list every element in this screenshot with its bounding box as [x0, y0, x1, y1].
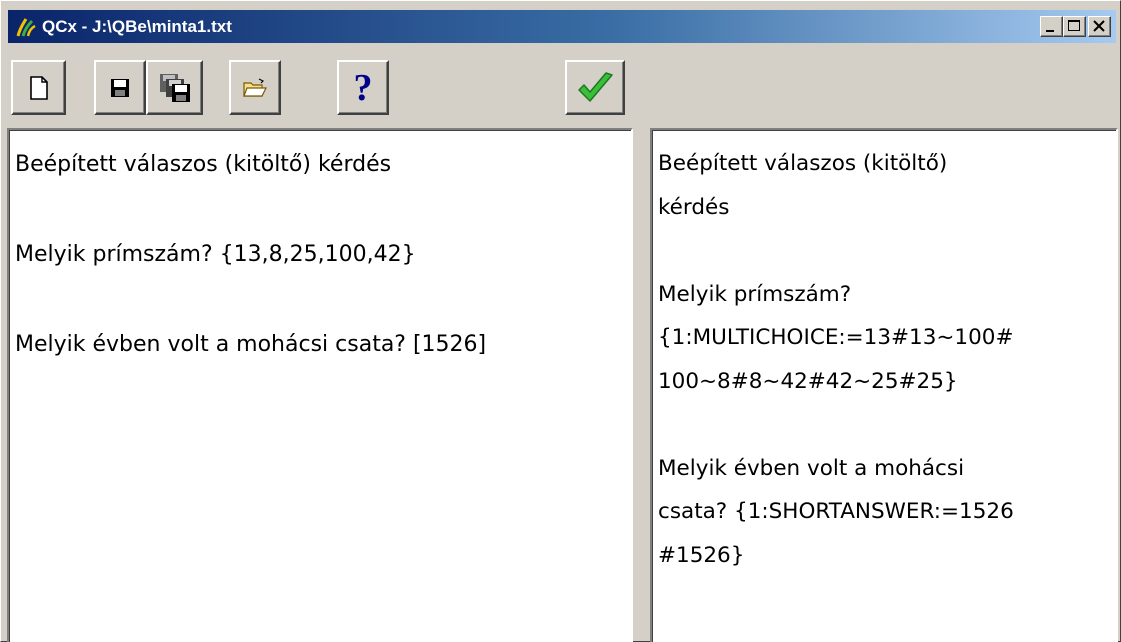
multiple-floppy-icon — [159, 73, 190, 102]
title-bar[interactable]: QCx - J:\QBe\minta1.txt — [8, 10, 1116, 43]
open-folder-icon — [243, 77, 267, 97]
maximize-button[interactable] — [1063, 16, 1086, 37]
close-button[interactable] — [1088, 16, 1111, 37]
convert-button[interactable] — [565, 60, 625, 115]
toolbar: ? — [8, 47, 1116, 123]
open-button[interactable] — [229, 60, 281, 115]
minimize-button[interactable] — [1040, 16, 1063, 37]
maximize-icon — [1068, 20, 1080, 31]
minimize-icon — [1046, 30, 1054, 32]
help-button[interactable]: ? — [337, 60, 389, 115]
save-all-button[interactable] — [146, 60, 203, 115]
source-text-editor[interactable]: Beépített válaszos (kitöltő) kérdés Mely… — [7, 128, 633, 642]
converted-output-view[interactable]: Beépített válaszos (kitöltő) kérdés Mely… — [650, 128, 1118, 642]
window-title: QCx - J:\QBe\minta1.txt — [42, 16, 232, 36]
app-window: QCx - J:\QBe\minta1.txt ? Beépített vála… — [0, 0, 1121, 642]
green-checkmark-icon — [578, 71, 613, 102]
close-icon — [1093, 20, 1105, 32]
new-document-button[interactable] — [11, 60, 66, 115]
question-mark-icon: ? — [353, 66, 373, 109]
new-document-icon — [29, 75, 48, 100]
app-icon[interactable] — [14, 15, 38, 39]
save-button[interactable] — [94, 60, 146, 115]
floppy-disk-icon — [111, 78, 129, 97]
converted-text: Beépített válaszos (kitöltő) kérdés Mely… — [658, 151, 1014, 568]
source-text: Beépített válaszos (kitöltő) kérdés Mely… — [15, 152, 487, 357]
